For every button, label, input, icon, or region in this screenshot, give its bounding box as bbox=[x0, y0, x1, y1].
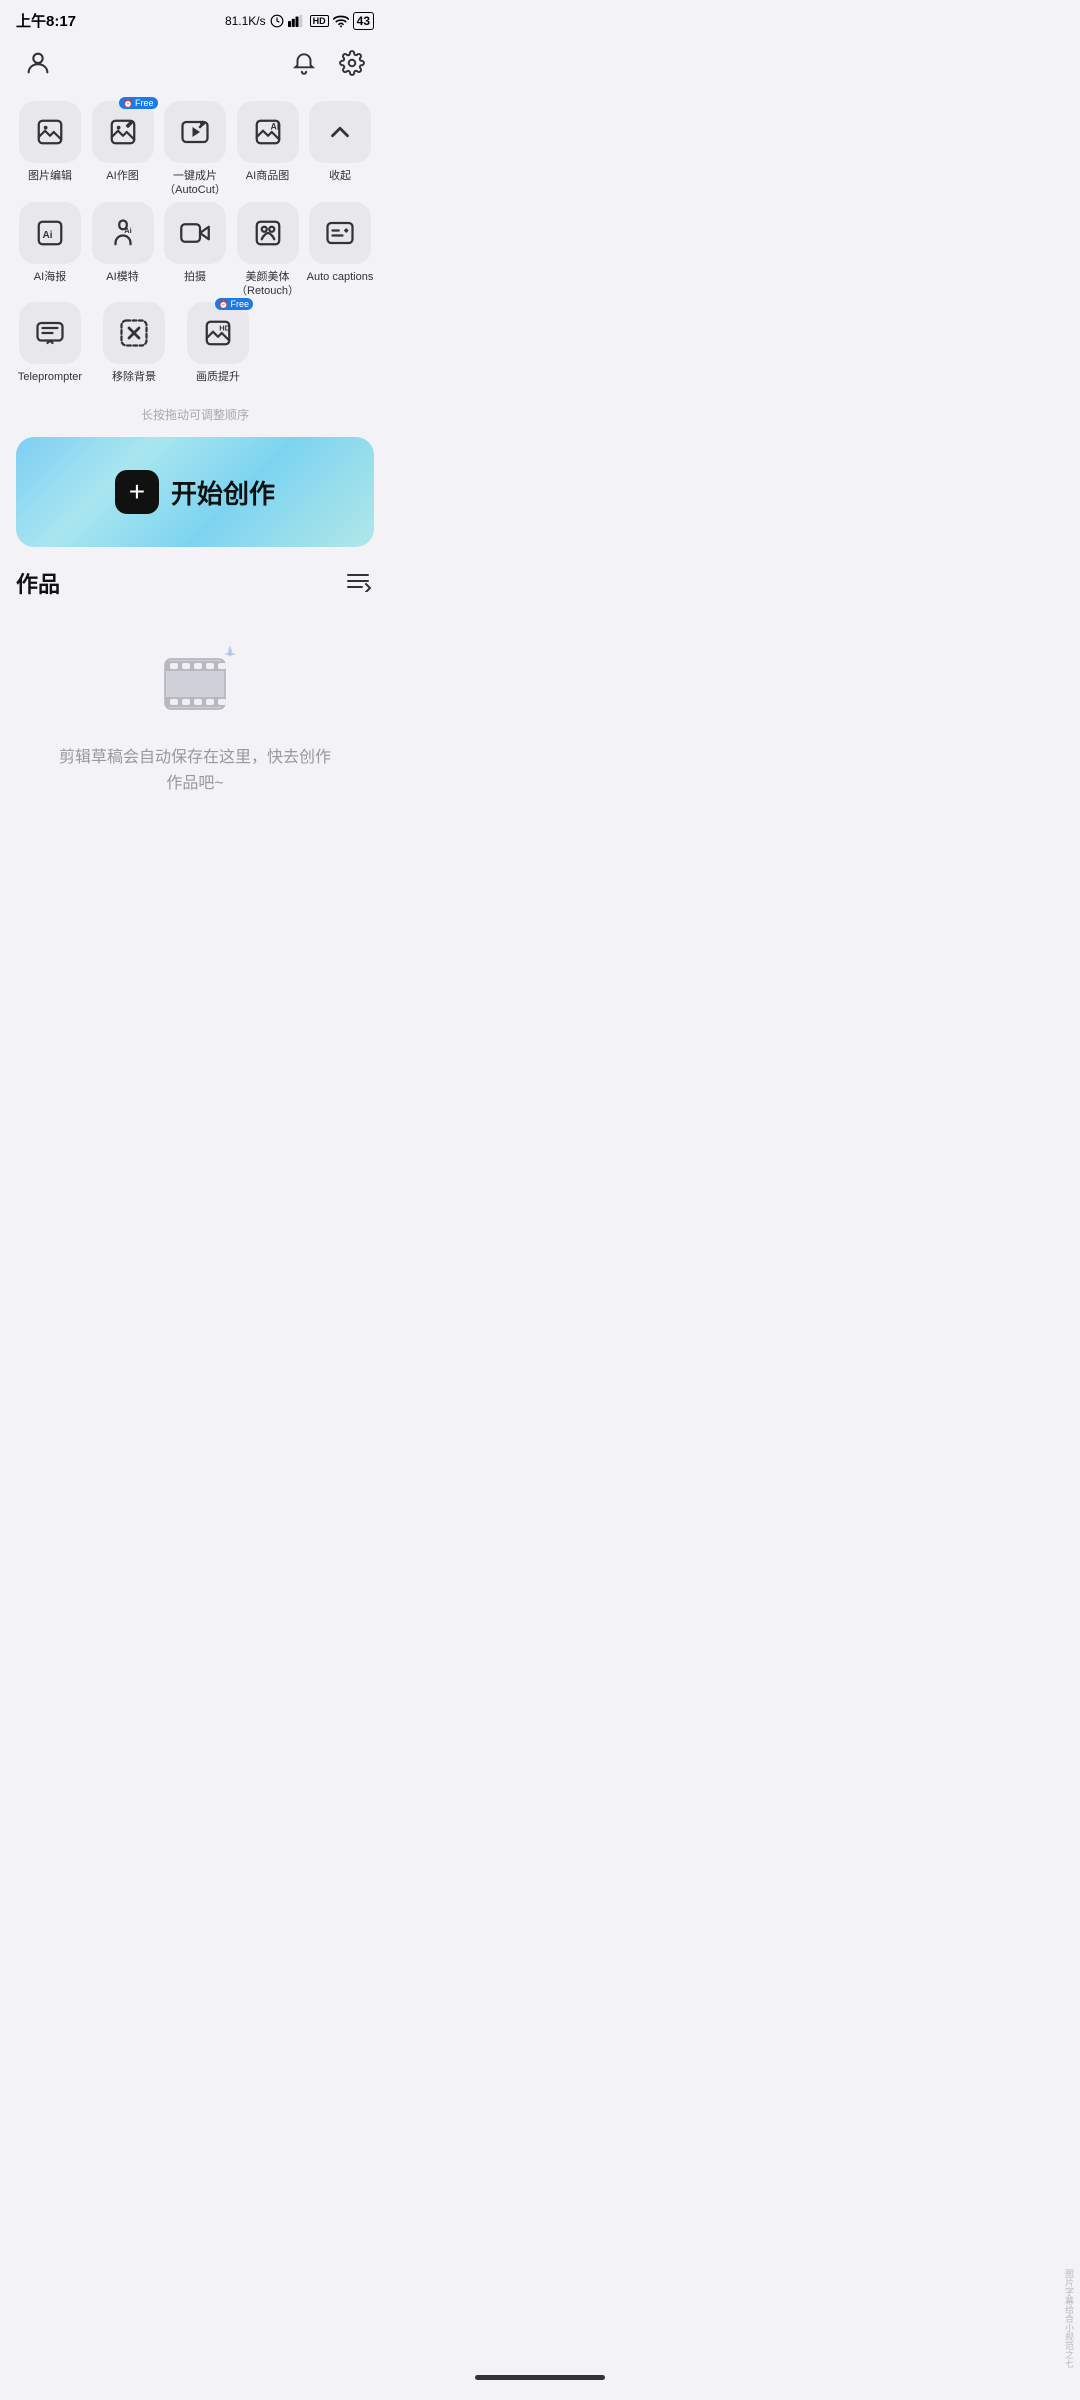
start-create-button[interactable]: + 开始创作 bbox=[16, 437, 374, 547]
tools-section: 图片编辑 Free AI作图 bbox=[0, 93, 390, 396]
notification-button[interactable] bbox=[286, 45, 322, 81]
tool-captions[interactable]: Auto captions bbox=[306, 202, 374, 299]
tools-row-2: Ai AI海报 Ai AI模特 拍摄 bbox=[16, 202, 374, 299]
tool-camera-label: 拍摄 bbox=[184, 270, 206, 284]
tool-retouch-label: 美颜美体（Retouch） bbox=[236, 270, 299, 299]
tool-img-edit[interactable]: 图片编辑 bbox=[16, 101, 84, 198]
tool-enhance-label: 画质提升 bbox=[196, 370, 240, 384]
hd-badge: HD bbox=[310, 15, 329, 27]
battery-icon: 43 bbox=[353, 12, 374, 30]
wifi-icon bbox=[333, 14, 349, 28]
bottom-bar bbox=[345, 2365, 735, 2400]
tool-enhance[interactable]: Free HD 画质提升 bbox=[184, 302, 252, 384]
tool-ai-product[interactable]: AI AI商品图 bbox=[234, 101, 302, 198]
nav-right-icons bbox=[286, 45, 370, 81]
tool-ai-draw[interactable]: Free AI作图 bbox=[89, 101, 157, 198]
home-indicator bbox=[475, 2375, 605, 2380]
free-badge-enhance: Free bbox=[215, 298, 253, 310]
svg-text:HD: HD bbox=[219, 324, 230, 333]
tool-remove-bg[interactable]: 移除背景 bbox=[100, 302, 168, 384]
works-sort-button[interactable] bbox=[346, 570, 374, 597]
tool-collapse-label: 收起 bbox=[329, 169, 351, 183]
clock-icon bbox=[270, 14, 284, 28]
tool-autocut-label: 一键成片（AutoCut） bbox=[164, 169, 226, 198]
plus-icon: + bbox=[115, 470, 159, 514]
tool-ai-model-label: AI模特 bbox=[106, 270, 138, 284]
network-speed: 81.1K/s bbox=[225, 14, 266, 28]
tools-row-1: 图片编辑 Free AI作图 bbox=[16, 101, 374, 198]
tools-row-3: Teleprompter 移除背景 Free HD 画质提升 bbox=[16, 302, 374, 384]
start-create-inner: + 开始创作 bbox=[115, 470, 275, 514]
tool-captions-label: Auto captions bbox=[307, 270, 374, 284]
works-title: 作品 bbox=[16, 567, 60, 599]
profile-button[interactable] bbox=[20, 45, 56, 81]
tool-ai-poster[interactable]: Ai AI海报 bbox=[16, 202, 84, 299]
tool-ai-model[interactable]: Ai AI模特 bbox=[89, 202, 157, 299]
drag-hint: 长按拖动可调整顺序 bbox=[0, 396, 390, 437]
tool-retouch[interactable]: 美颜美体（Retouch） bbox=[234, 202, 302, 299]
tool-teleprompter[interactable]: Teleprompter bbox=[16, 302, 84, 384]
tool-collapse[interactable]: 收起 bbox=[306, 101, 374, 198]
svg-text:Ai: Ai bbox=[124, 226, 132, 235]
free-badge-ai-draw: Free bbox=[119, 97, 157, 109]
top-nav bbox=[0, 37, 390, 93]
tool-remove-bg-label: 移除背景 bbox=[112, 370, 156, 384]
watermark: 图片字幕给合小规范之七 bbox=[1063, 2269, 1076, 2368]
works-section: 作品 bbox=[0, 567, 390, 836]
svg-text:Ai: Ai bbox=[43, 230, 53, 241]
tool-teleprompter-label: Teleprompter bbox=[18, 370, 82, 384]
tool-ai-draw-label: AI作图 bbox=[106, 169, 138, 183]
film-icon bbox=[150, 639, 240, 729]
status-time: 上午8:17 bbox=[16, 10, 76, 31]
tool-camera[interactable]: 拍摄 bbox=[161, 202, 229, 299]
works-header: 作品 bbox=[16, 567, 374, 599]
status-right: 81.1K/s HD 43 bbox=[225, 12, 374, 30]
tool-ai-poster-label: AI海报 bbox=[34, 270, 66, 284]
start-create-label: 开始创作 bbox=[171, 474, 275, 511]
status-bar: 上午8:17 81.1K/s HD 43 bbox=[0, 0, 390, 37]
tool-ai-product-label: AI商品图 bbox=[246, 169, 289, 183]
signal-icon bbox=[288, 14, 306, 28]
empty-text: 剪辑草稿会自动保存在这里，快去创作作品吧~ bbox=[59, 745, 331, 796]
svg-text:AI: AI bbox=[270, 122, 279, 132]
empty-state: 剪辑草稿会自动保存在这里，快去创作作品吧~ bbox=[16, 619, 374, 836]
tool-img-edit-label: 图片编辑 bbox=[28, 169, 72, 183]
tool-autocut[interactable]: 一键成片（AutoCut） bbox=[161, 101, 229, 198]
settings-button[interactable] bbox=[334, 45, 370, 81]
